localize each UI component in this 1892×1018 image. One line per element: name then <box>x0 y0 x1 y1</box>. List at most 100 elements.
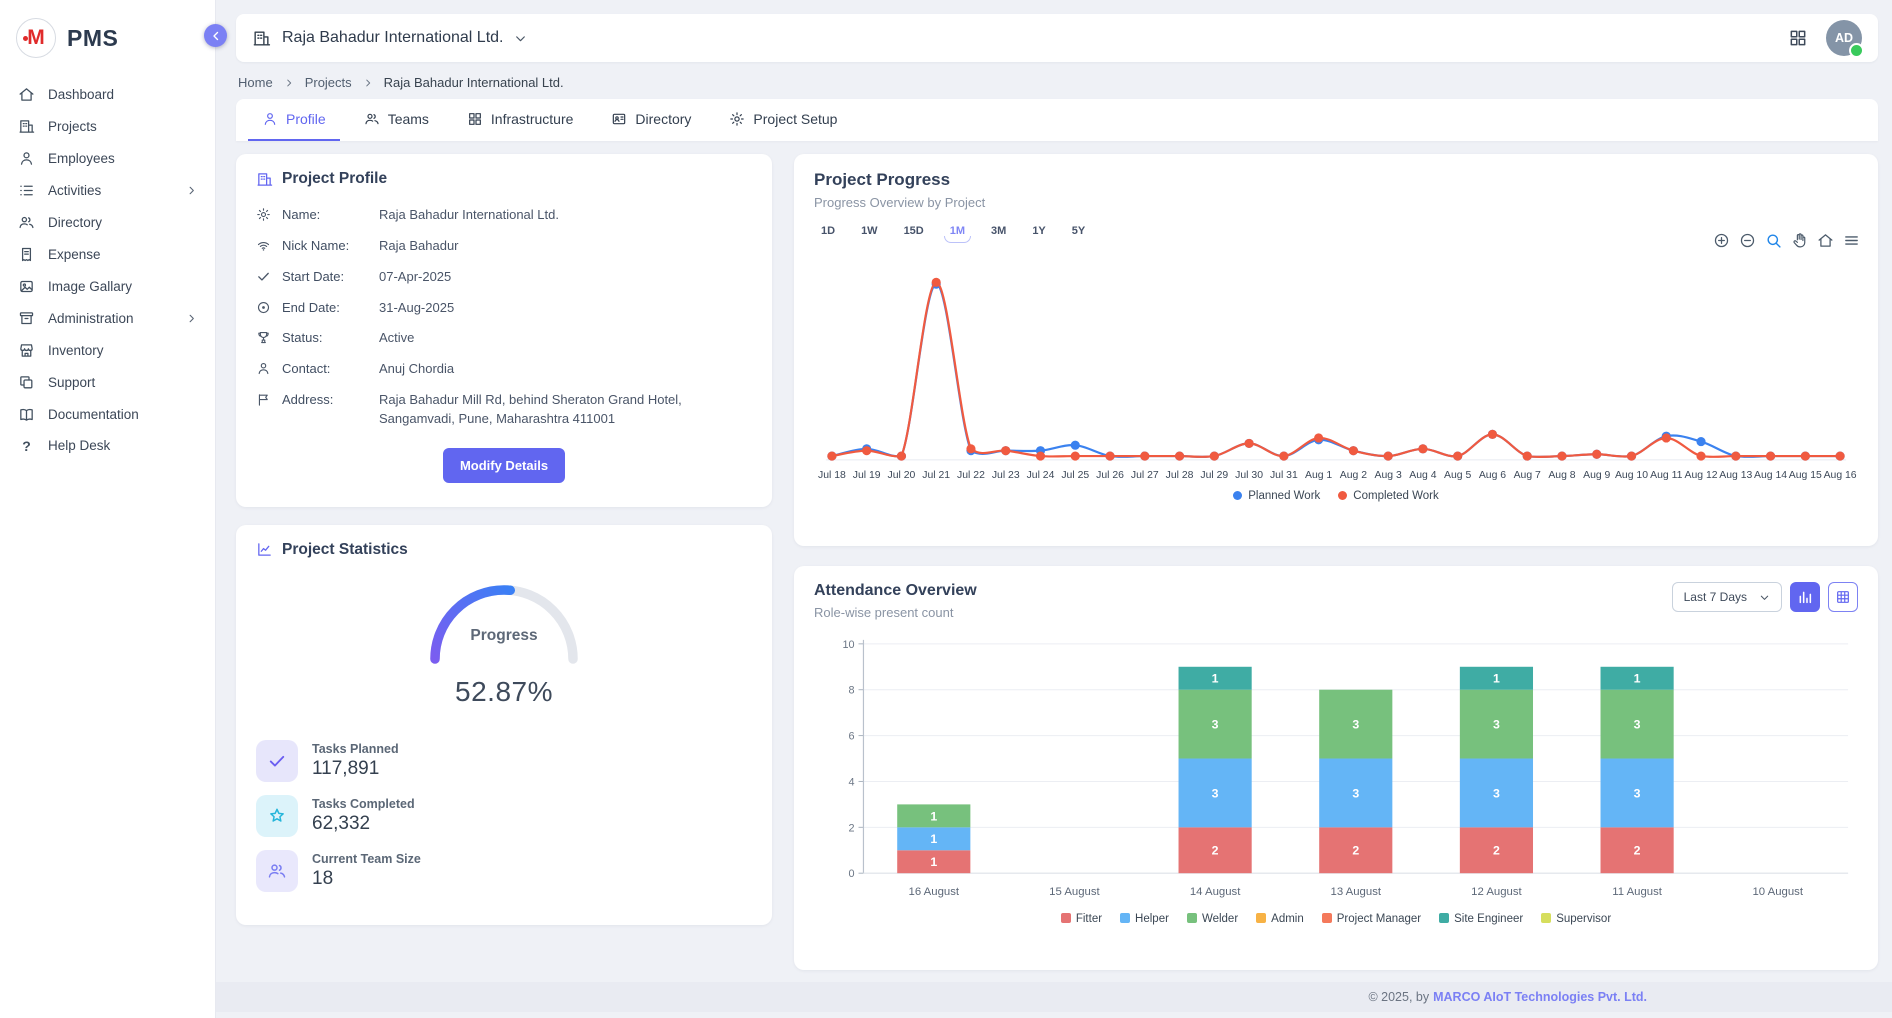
bar-chart-legend: Fitter Helper Welder Admin Project Manager Si… <box>814 913 1858 925</box>
legend-dot <box>1338 491 1347 500</box>
svg-text:3: 3 <box>1493 786 1500 800</box>
sidebar-item-image-gallery[interactable]: Image Gallary <box>0 270 215 302</box>
zoom-in-icon[interactable] <box>1713 232 1730 249</box>
sidebar-item-dashboard[interactable]: Dashboard <box>0 78 215 110</box>
trophy-icon <box>256 330 271 345</box>
menu-icon[interactable] <box>1843 232 1860 249</box>
legend-item[interactable]: Project Manager <box>1322 913 1421 925</box>
tab-bar: Profile Teams Infrastructure Directory P… <box>236 99 1878 141</box>
magnifier-icon[interactable] <box>1765 232 1782 249</box>
broadcast-icon <box>256 238 271 253</box>
legend-swatch <box>1061 913 1071 923</box>
sidebar-item-employees[interactable]: Employees <box>0 142 215 174</box>
breadcrumb: Home Projects Raja Bahadur International… <box>236 62 1878 99</box>
pan-hand-icon[interactable] <box>1791 232 1808 249</box>
sidebar-item-label: Image Gallary <box>48 279 132 294</box>
sidebar-item-administration[interactable]: Administration <box>0 302 215 334</box>
svg-text:1: 1 <box>930 855 937 869</box>
svg-text:Aug 6: Aug 6 <box>1479 470 1506 481</box>
field-value: 31-Aug-2025 <box>379 299 752 318</box>
svg-text:1: 1 <box>1212 672 1219 686</box>
sidebar-collapse-button[interactable] <box>204 24 227 47</box>
date-range-value: Last 7 Days <box>1684 590 1747 604</box>
table-view-button[interactable] <box>1828 582 1858 612</box>
svg-text:0: 0 <box>849 868 855 880</box>
project-progress-card: Project Progress Progress Overview by Pr… <box>794 154 1878 546</box>
attendance-overview-card: Attendance Overview Role-wise present co… <box>794 566 1878 970</box>
legend-item[interactable]: Welder <box>1187 913 1238 925</box>
building-icon <box>18 118 35 135</box>
footer: © 2025, by MARCO AIoT Technologies Pvt. … <box>216 982 1892 1012</box>
field-label: Address: <box>282 391 368 410</box>
field-label: End Date: <box>282 299 368 318</box>
sidebar-item-expense[interactable]: Expense <box>0 238 215 270</box>
legend-item[interactable]: Completed Work <box>1338 490 1438 502</box>
footer-company-link[interactable]: MARCO AIoT Technologies Pvt. Ltd. <box>1433 990 1647 1004</box>
svg-text:Aug 15: Aug 15 <box>1789 470 1822 481</box>
gauge-value: 52.87% <box>256 676 752 708</box>
range-1y[interactable]: 1Y <box>1025 223 1052 239</box>
sidebar-item-label: Inventory <box>48 343 104 358</box>
sidebar-item-inventory[interactable]: Inventory <box>0 334 215 366</box>
sidebar-item-support[interactable]: Support <box>0 366 215 398</box>
legend-item[interactable]: Site Engineer <box>1439 913 1523 925</box>
sidebar-item-projects[interactable]: Projects <box>0 110 215 142</box>
legend-swatch <box>1439 913 1449 923</box>
svg-text:13 August: 13 August <box>1331 886 1382 898</box>
legend-item[interactable]: Planned Work <box>1233 490 1320 502</box>
star-icon <box>256 795 298 837</box>
stat-label: Current Team Size <box>312 852 421 866</box>
tab-label: Teams <box>388 111 429 127</box>
legend-item[interactable]: Fitter <box>1061 913 1102 925</box>
home-reset-icon[interactable] <box>1817 232 1834 249</box>
legend-item[interactable]: Admin <box>1256 913 1304 925</box>
svg-text:3: 3 <box>1493 718 1500 732</box>
svg-text:3: 3 <box>1352 786 1359 800</box>
sidebar-item-activities[interactable]: Activities <box>0 174 215 206</box>
card-subtitle: Progress Overview by Project <box>814 195 1858 210</box>
sidebar: M PMS Dashboard Projects Employees Activ… <box>0 0 216 1018</box>
range-1d[interactable]: 1D <box>814 223 842 239</box>
apps-grid-icon[interactable] <box>1788 28 1808 48</box>
card-title: Attendance Overview <box>814 582 977 600</box>
range-1w[interactable]: 1W <box>854 223 885 239</box>
svg-text:Aug 13: Aug 13 <box>1719 470 1752 481</box>
tab-directory[interactable]: Directory <box>597 99 705 141</box>
app-logo[interactable]: M PMS <box>0 10 215 78</box>
range-5y[interactable]: 5Y <box>1065 223 1092 239</box>
svg-text:Aug 9: Aug 9 <box>1583 470 1610 481</box>
svg-text:Aug 12: Aug 12 <box>1685 470 1718 481</box>
field-nick-name: Nick Name:Raja Bahadur <box>256 234 752 259</box>
check-icon <box>256 269 271 284</box>
top-header: Raja Bahadur International Ltd. AD <box>236 14 1878 62</box>
check-icon <box>256 740 298 782</box>
tab-profile[interactable]: Profile <box>248 99 340 141</box>
avatar-initials: AD <box>1835 31 1853 45</box>
breadcrumb-home[interactable]: Home <box>238 75 273 90</box>
range-15d[interactable]: 15D <box>897 223 931 239</box>
modify-details-button[interactable]: Modify Details <box>443 448 565 483</box>
zoom-out-icon[interactable] <box>1739 232 1756 249</box>
tab-project-setup[interactable]: Project Setup <box>715 99 851 141</box>
tab-teams[interactable]: Teams <box>350 99 443 141</box>
sidebar-item-help-desk[interactable]: ?Help Desk <box>0 430 215 461</box>
avatar[interactable]: AD <box>1826 20 1862 56</box>
line-chart-legend: Planned Work Completed Work <box>814 490 1858 502</box>
svg-text:15 August: 15 August <box>1049 886 1100 898</box>
tab-infrastructure[interactable]: Infrastructure <box>453 99 587 141</box>
svg-text:11 August: 11 August <box>1612 886 1663 898</box>
breadcrumb-projects[interactable]: Projects <box>305 75 352 90</box>
card-title: Project Progress <box>814 170 950 190</box>
legend-item[interactable]: Supervisor <box>1541 913 1611 925</box>
svg-text:3: 3 <box>1212 718 1219 732</box>
bar-chart-view-button[interactable] <box>1790 582 1820 612</box>
svg-text:Jul 30: Jul 30 <box>1235 470 1263 481</box>
sidebar-item-documentation[interactable]: Documentation <box>0 398 215 430</box>
svg-text:Jul 21: Jul 21 <box>922 470 950 481</box>
sidebar-item-directory[interactable]: Directory <box>0 206 215 238</box>
date-range-select[interactable]: Last 7 Days <box>1672 582 1782 612</box>
range-1m[interactable]: 1M <box>943 223 972 239</box>
company-selector[interactable]: Raja Bahadur International Ltd. <box>252 29 527 48</box>
legend-item[interactable]: Helper <box>1120 913 1169 925</box>
range-3m[interactable]: 3M <box>984 223 1013 239</box>
